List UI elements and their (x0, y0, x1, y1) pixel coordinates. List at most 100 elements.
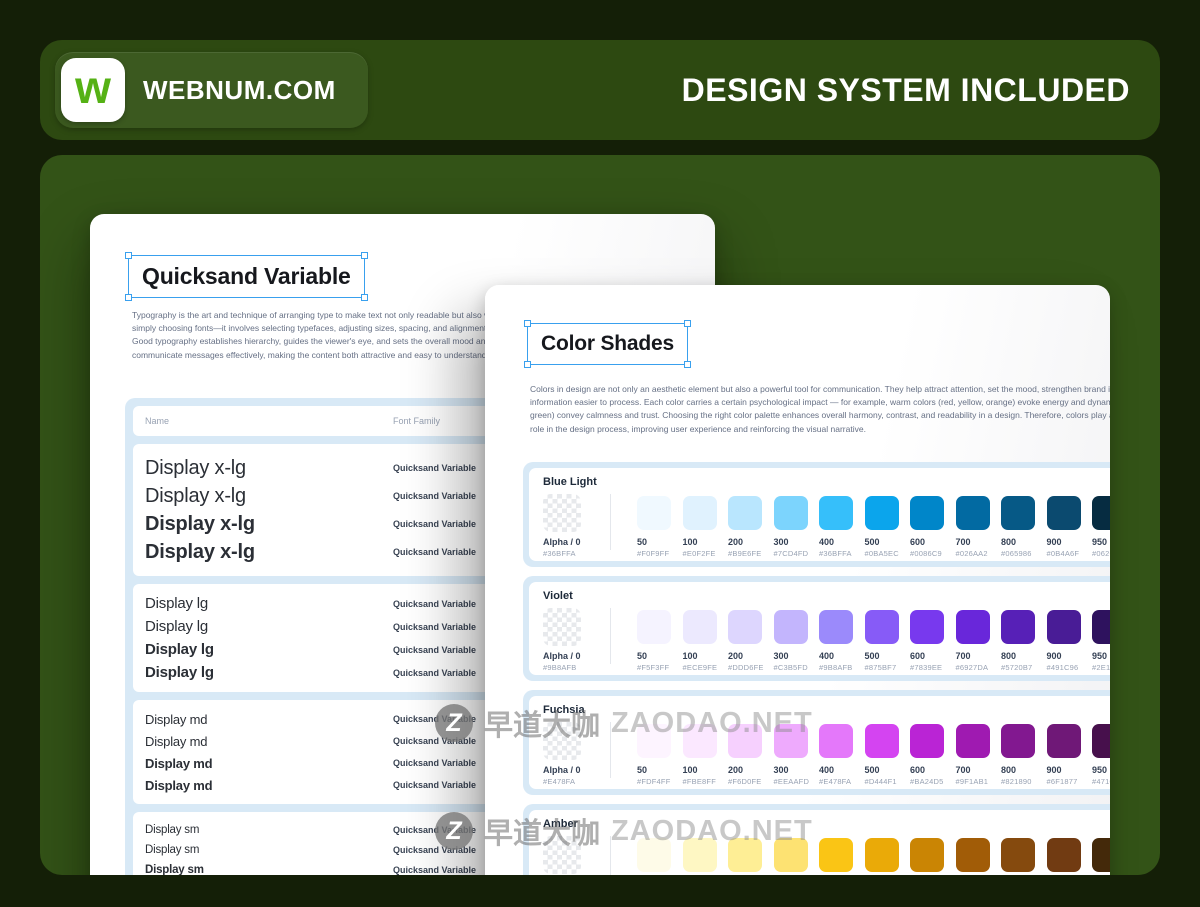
shade-cell: 400#9B8AFB (819, 608, 865, 672)
shade-cell: 700#026AA2 (956, 494, 1002, 558)
swatch-divider (610, 494, 611, 550)
selection-handle[interactable] (361, 294, 368, 301)
alpha-cell: Alpha / 0 #E478FA (543, 722, 597, 786)
color-swatch (819, 724, 853, 758)
color-group-label: Violet (543, 590, 1110, 602)
canvas-panel: Quicksand Variable Typography is the art… (40, 155, 1160, 875)
description-line: Colors in design are not only an aesthet… (530, 383, 1110, 396)
shade-step: 200 (728, 651, 774, 661)
shade-hex: #2E125E (1092, 663, 1110, 672)
shade-cell: 400#E478FA (819, 722, 865, 786)
color-swatch (728, 838, 762, 872)
shade-hex: #0B4A6F (1047, 549, 1093, 558)
color-swatch (1047, 610, 1081, 644)
shade-step: 700 (956, 651, 1002, 661)
color-group-label: Fuchsia (543, 704, 1110, 716)
swatch-divider (610, 836, 611, 875)
shade-hex: #065986 (1001, 549, 1047, 558)
shade-cell: 200#FEEE95 (728, 836, 774, 875)
webnum-logo-icon: w (61, 58, 125, 122)
selection-handle[interactable] (524, 361, 531, 368)
shade-cell: 200#F6D0FE (728, 722, 774, 786)
shade-step: 100 (683, 537, 729, 547)
alpha-swatch (543, 836, 581, 874)
headline: DESIGN SYSTEM INCLUDED (682, 72, 1130, 109)
selection-handle[interactable] (684, 361, 691, 368)
shade-cell: 600#0086C9 (910, 494, 956, 558)
selection-handle[interactable] (524, 320, 531, 327)
selection-handle[interactable] (125, 252, 132, 259)
shade-cell: 700#A15C07 (956, 836, 1002, 875)
selection-frame-typography[interactable]: Quicksand Variable (128, 255, 365, 298)
description-line: green) convey calmness and trust. Choosi… (530, 409, 1110, 422)
alpha-hex: #E478FA (543, 777, 597, 786)
header-bar: w WEBNUM.COM DESIGN SYSTEM INCLUDED (40, 40, 1160, 140)
shade-hex: #6F1877 (1047, 777, 1093, 786)
shade-step: 200 (728, 537, 774, 547)
color-swatch (865, 838, 899, 872)
shade-cell: 700#6927DA (956, 608, 1002, 672)
color-swatch (865, 610, 899, 644)
selection-frame-colors[interactable]: Color Shades (527, 323, 688, 365)
type-row-name: Display sm (145, 864, 393, 875)
color-swatch (1047, 838, 1081, 872)
shade-cell: 700#9F1AB1 (956, 722, 1002, 786)
type-row-name: Display x-lg (145, 485, 393, 508)
colors-description: Colors in design are not only an aesthet… (530, 383, 1110, 436)
shade-hex: #F0F9FF (637, 549, 683, 558)
selection-handle[interactable] (125, 294, 132, 301)
color-swatch (683, 496, 717, 530)
color-swatch (956, 496, 990, 530)
shade-cell: 800#854A0E (1001, 836, 1047, 875)
shade-cell: 950#2E125E (1092, 608, 1110, 672)
shade-cell: 100#ECE9FE (683, 608, 729, 672)
shade-cell: 50#FDF4FF (637, 722, 683, 786)
shade-step: 800 (1001, 537, 1047, 547)
shade-hex: #7839EE (910, 663, 956, 672)
shade-cell: 500#D444F1 (865, 722, 911, 786)
shade-cell: 900#713B12 (1047, 836, 1093, 875)
shade-step: 50 (637, 537, 683, 547)
alpha-swatch (543, 494, 581, 532)
alpha-swatch (543, 722, 581, 760)
alpha-swatch (543, 608, 581, 646)
color-swatch (819, 496, 853, 530)
selection-handle[interactable] (361, 252, 368, 259)
shade-step: 700 (956, 765, 1002, 775)
shade-step: 800 (1001, 651, 1047, 661)
shade-hex: #B9E6FE (728, 549, 774, 558)
shade-step: 400 (819, 651, 865, 661)
shade-cell: 800#821890 (1001, 722, 1047, 786)
shade-step: 700 (956, 537, 1002, 547)
shade-cell: 800#5720B7 (1001, 608, 1047, 672)
type-row-name: Display x-lg (145, 457, 393, 480)
alpha-label: Alpha / 0 (543, 765, 597, 775)
color-swatch (819, 838, 853, 872)
shade-cell: 600#BA24D5 (910, 722, 956, 786)
shade-cell: 600#CA8504 (910, 836, 956, 875)
color-swatch (728, 724, 762, 758)
color-swatch (910, 496, 944, 530)
color-swatch (637, 496, 671, 530)
shade-step: 200 (728, 765, 774, 775)
swatch-row: Alpha / 0#9B8AFB50#F5F3FF100#ECE9FE200#D… (543, 608, 1110, 672)
color-swatch (1001, 724, 1035, 758)
color-group-label: Amber (543, 818, 1110, 830)
shade-step: 900 (1047, 537, 1093, 547)
selection-handle[interactable] (684, 320, 691, 327)
shade-cell: 50#F5F3FF (637, 608, 683, 672)
page-title-typography: Quicksand Variable (129, 256, 364, 297)
color-swatch (1092, 838, 1110, 872)
type-row-name: Display x-lg (145, 513, 393, 536)
shade-hex: #EEAAFD (774, 777, 820, 786)
color-swatch (1092, 610, 1110, 644)
type-row-name: Display md (145, 778, 393, 793)
site-name: WEBNUM.COM (143, 75, 336, 106)
swatch-row: Alpha / 0#E478FA50#FDF4FF100#FBE8FF200#F… (543, 722, 1110, 786)
type-row-name: Display md (145, 734, 393, 749)
shade-hex: #BA24D5 (910, 777, 956, 786)
alpha-cell: Alpha / 0#9B8AFB (543, 608, 597, 672)
alpha-hex: #9B8AFB (543, 663, 597, 672)
shade-step: 50 (637, 765, 683, 775)
type-row-name: Display lg (145, 664, 393, 681)
